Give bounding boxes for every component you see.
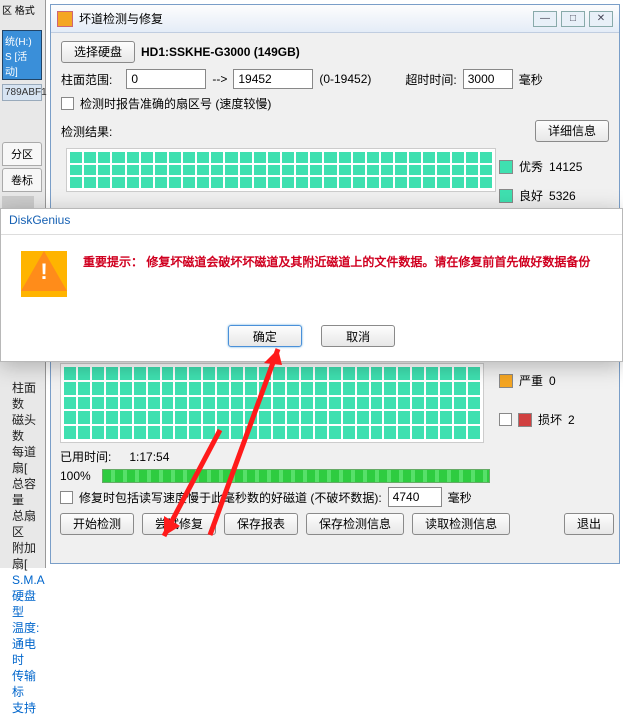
tab-volume[interactable]: 卷标 xyxy=(2,168,42,192)
load-scan-info-button[interactable]: 读取检测信息 xyxy=(412,513,510,535)
minimize-button[interactable]: — xyxy=(533,11,557,27)
dialog-ok-button[interactable]: 确定 xyxy=(228,325,302,347)
legend-severe-label: 严重 xyxy=(519,372,543,389)
include-slow-checkbox[interactable] xyxy=(60,491,73,504)
tab-partition[interactable]: 分区 xyxy=(2,142,42,166)
property-list: 柱面数磁头数每道扇[ 总容量总扇区附加扇[ S.M.A硬盘型 温度:通电时 传输… xyxy=(12,380,45,716)
legend-excellent-label: 优秀 xyxy=(519,158,543,175)
elapsed-value: 1:17:54 xyxy=(129,450,169,464)
timeout-label: 超时时间: xyxy=(405,71,456,88)
range-to-input[interactable] xyxy=(233,69,313,89)
elapsed-label: 已用时间: xyxy=(60,448,111,465)
arrow-text: --> xyxy=(212,72,227,86)
dialog-title: DiskGenius xyxy=(1,209,622,235)
progress-bar xyxy=(102,469,490,483)
legend-excellent-swatch xyxy=(499,160,513,174)
progress-percent: 100% xyxy=(60,469,96,483)
select-disk-button[interactable]: 选择硬盘 xyxy=(61,41,135,63)
hex-id: 789ABF1 xyxy=(2,84,42,101)
disk-label: HD1:SSKHE-G3000 (149GB) xyxy=(141,45,300,59)
legend-severe-swatch xyxy=(499,374,513,388)
legend-good-swatch xyxy=(499,189,513,203)
timeout-input[interactable] xyxy=(463,69,513,89)
legend-good-label: 良好 xyxy=(519,187,543,204)
cyl-range-label: 柱面范围: xyxy=(61,71,112,88)
legend-bad-label: 损坏 xyxy=(538,411,562,428)
detail-button[interactable]: 详细信息 xyxy=(535,120,609,142)
save-scan-info-button[interactable]: 保存检测信息 xyxy=(306,513,404,535)
legend-excellent-count: 14125 xyxy=(549,160,582,174)
legend-severe-count: 0 xyxy=(549,374,556,388)
legend-bad-swatch xyxy=(518,413,532,427)
legend-bad-checkbox[interactable] xyxy=(499,413,512,426)
slow-ms-input[interactable] xyxy=(388,487,442,507)
close-button[interactable]: ✕ xyxy=(589,11,613,27)
confirm-dialog: DiskGenius ! 重要提示： 修复坏磁道会破坏坏磁道及其附近磁道上的文件… xyxy=(0,208,623,362)
sector-grid-bottom xyxy=(60,363,484,443)
app-icon xyxy=(57,11,73,27)
accurate-sector-checkbox[interactable] xyxy=(61,97,74,110)
dialog-text: 重要提示： 修复坏磁道会破坏坏磁道及其附近磁道上的文件数据。请在修复前首先做好数… xyxy=(83,253,590,272)
include-slow-label: 修复时包括读写速度慢于此毫秒数的好磁道 (不破坏数据): xyxy=(79,489,382,506)
disk-badge[interactable]: 统(H:) S [活动] .0GB xyxy=(2,30,42,80)
try-repair-button[interactable]: 尝试修复 xyxy=(142,513,216,535)
save-report-button[interactable]: 保存报表 xyxy=(224,513,298,535)
slow-ms-label: 毫秒 xyxy=(448,489,472,506)
maximize-button[interactable]: □ xyxy=(561,11,585,27)
ms-label: 毫秒 xyxy=(519,71,543,88)
warning-icon: ! xyxy=(21,251,67,297)
left-top-stub: 区 格式 xyxy=(0,0,45,19)
exit-button[interactable]: 退出 xyxy=(564,513,614,535)
dialog-cancel-button[interactable]: 取消 xyxy=(321,325,395,347)
result-label: 检测结果: xyxy=(61,123,112,140)
range-from-input[interactable] xyxy=(126,69,206,89)
window-title: 坏道检测与修复 xyxy=(79,10,533,27)
sector-grid-top xyxy=(66,148,496,192)
legend-bad-count: 2 xyxy=(568,413,575,427)
range-hint: (0-19452) xyxy=(319,72,371,86)
accurate-sector-label: 检测时报告准确的扇区号 (速度较慢) xyxy=(80,95,271,112)
start-scan-button[interactable]: 开始检测 xyxy=(60,513,134,535)
legend-good-count: 5326 xyxy=(549,189,576,203)
